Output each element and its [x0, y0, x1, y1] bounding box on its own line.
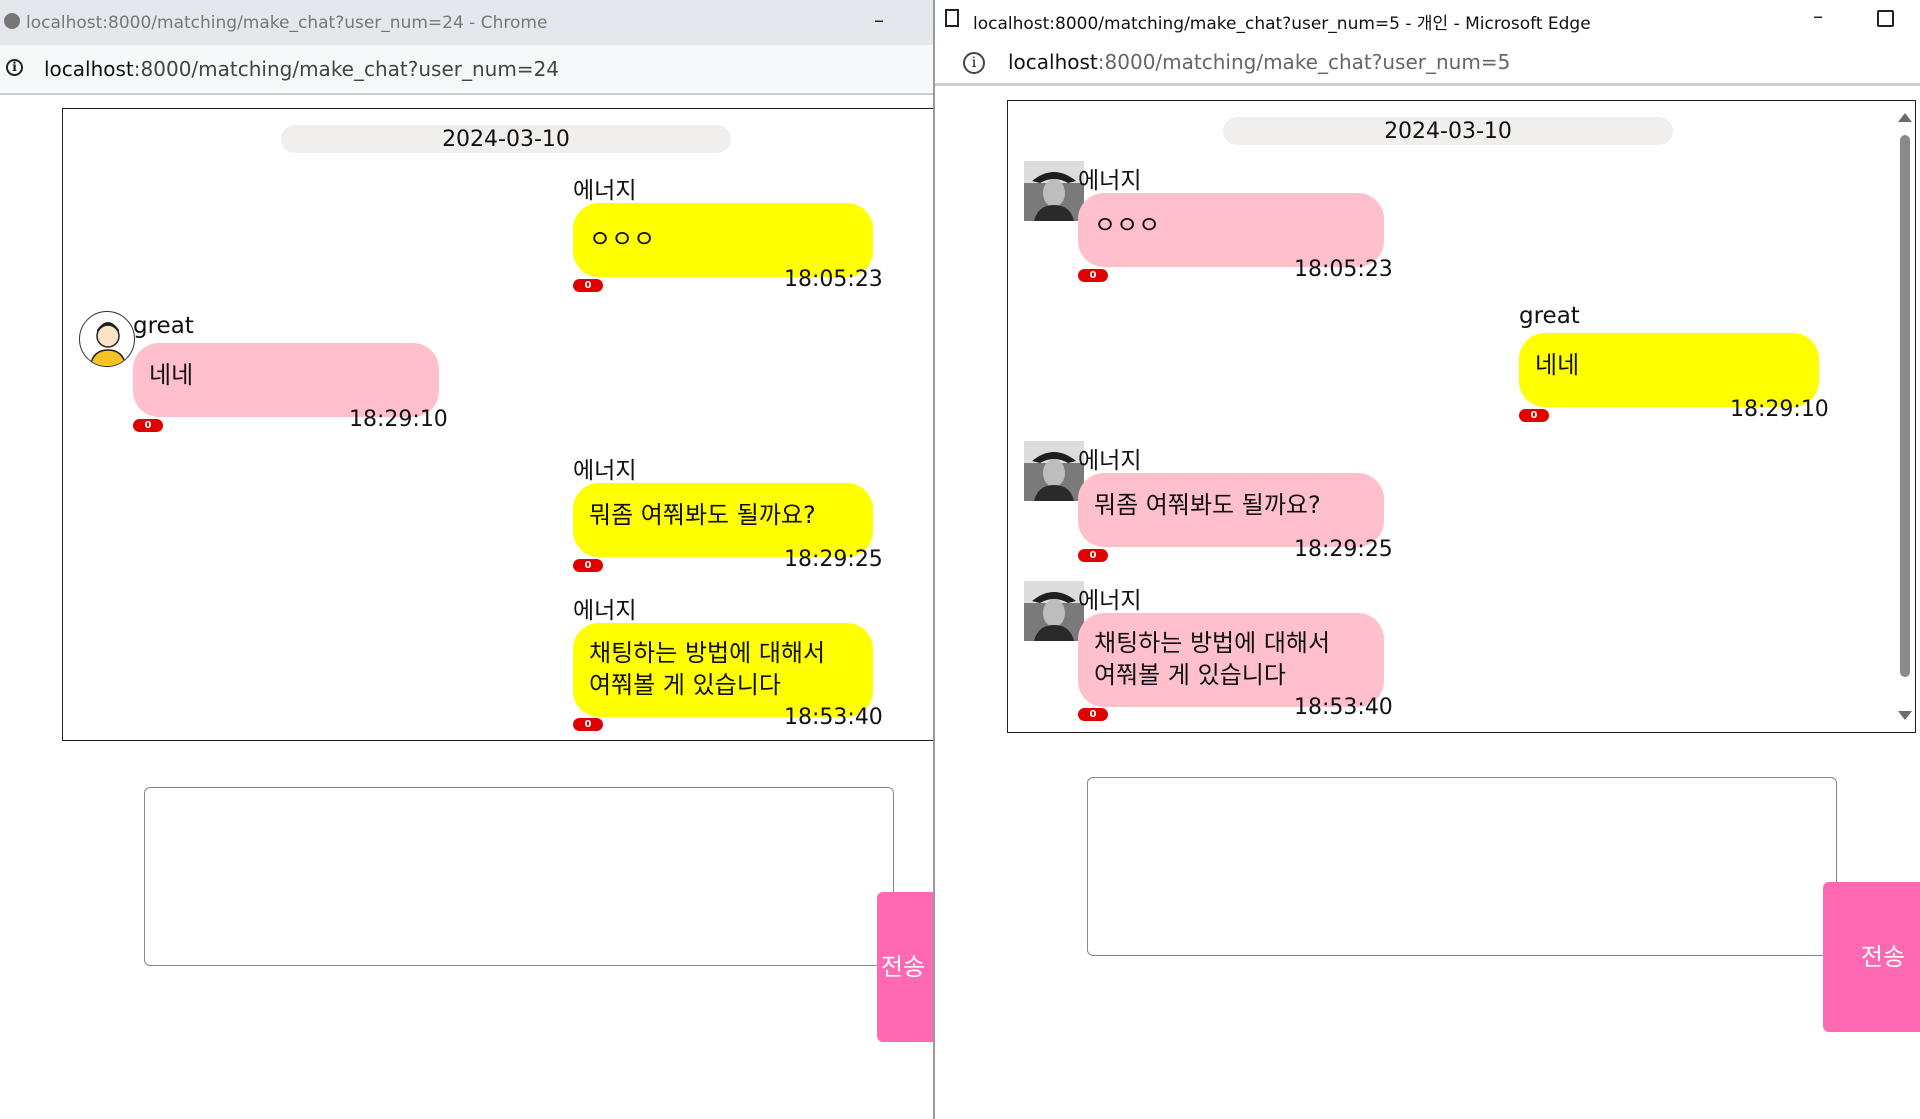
message-time: 18:53:40 [784, 705, 883, 730]
message-text: 여쭤볼 게 있습니다 [589, 671, 781, 699]
message-sender: great [133, 313, 194, 339]
message-time: 18:29:10 [349, 407, 448, 432]
unread-badge: 0 [1078, 549, 1108, 562]
window-title: localhost:8000/matching/make_chat?user_n… [973, 14, 1591, 34]
title-bar: localhost:8000/matching/make_chat?user_n… [0, 0, 933, 45]
message-text: 채팅하는 방법에 대해서 [589, 639, 826, 667]
unread-badge: 0 [1078, 708, 1108, 721]
message-bubble: 네네 [1519, 333, 1819, 407]
minimize-icon[interactable]: – [1803, 4, 1833, 28]
unread-badge: 0 [573, 279, 603, 292]
scroll-up-arrow-icon[interactable] [1898, 113, 1912, 122]
message-text: 채팅하는 방법에 대해서 [1094, 629, 1331, 657]
message-bubble: ㅇㅇㅇ [1078, 193, 1384, 267]
message-sender: 에너지 [1078, 168, 1142, 194]
message-time: 18:29:10 [1730, 397, 1829, 422]
send-button[interactable]: 전송 [877, 892, 933, 1042]
title-bar: localhost:8000/matching/make_chat?user_n… [935, 0, 1920, 40]
address-bar[interactable]: i localhost:8000/matching/make_chat?user… [935, 40, 1920, 86]
message-sender: 에너지 [1078, 448, 1142, 474]
message-text: 뭐좀 여쭤봐도 될까요? [589, 501, 816, 529]
message-input[interactable] [1087, 777, 1837, 956]
message-text: ㅇㅇㅇ [589, 225, 656, 253]
message-time: 18:53:40 [1294, 695, 1393, 720]
message-time: 18:05:23 [784, 267, 883, 292]
message-input[interactable] [144, 787, 894, 966]
profile-photo-icon[interactable] [1024, 441, 1084, 501]
profile-photo-icon[interactable] [1024, 161, 1084, 221]
unread-badge: 0 [1078, 269, 1108, 282]
message-bubble: 채팅하는 방법에 대해서 여쭤볼 게 있습니다 [1078, 613, 1384, 707]
message-text: 네네 [149, 361, 194, 389]
message-time: 18:29:25 [784, 547, 883, 572]
url-text[interactable]: localhost:8000/matching/make_chat?user_n… [44, 57, 559, 81]
message-bubble: 뭐좀 여쭤봐도 될까요? [573, 483, 873, 557]
unread-badge: 0 [573, 559, 603, 572]
message-text: 네네 [1535, 351, 1580, 379]
message-bubble: 채팅하는 방법에 대해서 여쭤볼 게 있습니다 [573, 623, 873, 717]
message-sender: 에너지 [573, 458, 637, 484]
address-bar[interactable]: i localhost:8000/matching/make_chat?user… [0, 45, 933, 95]
edge-window: localhost:8000/matching/make_chat?user_n… [933, 0, 1920, 1119]
date-divider: 2024-03-10 [1223, 117, 1673, 145]
message-sender: 에너지 [573, 178, 637, 204]
scroll-thumb[interactable] [1900, 135, 1910, 677]
date-divider: 2024-03-10 [281, 125, 731, 153]
message-sender: great [1519, 303, 1580, 329]
send-button[interactable]: 전송 [1823, 882, 1920, 1032]
message-text: 여쭤볼 게 있습니다 [1094, 661, 1286, 689]
message-time: 18:05:23 [1294, 257, 1393, 282]
message-sender: 에너지 [1078, 588, 1142, 614]
message-sender: 에너지 [573, 598, 637, 624]
chat-log[interactable]: 2024-03-10 에너지 ㅇㅇㅇ 0 18:05:23 great 네네 0… [62, 108, 933, 741]
scroll-down-arrow-icon[interactable] [1898, 711, 1912, 720]
window-title: localhost:8000/matching/make_chat?user_n… [26, 13, 548, 33]
chat-scrollbar[interactable] [1895, 101, 1915, 732]
message-bubble: ㅇㅇㅇ [573, 203, 873, 277]
chat-log[interactable]: 2024-03-10 에너지 ㅇㅇㅇ 0 18:05:23 great 네네 0… [1007, 100, 1916, 733]
message-text: ㅇㅇㅇ [1094, 211, 1161, 239]
chrome-window: localhost:8000/matching/make_chat?user_n… [0, 0, 933, 1119]
site-info-icon[interactable]: i [963, 52, 985, 74]
maximize-icon[interactable] [1870, 6, 1900, 27]
minimize-icon[interactable]: – [864, 8, 894, 32]
url-text[interactable]: localhost:8000/matching/make_chat?user_n… [1008, 50, 1510, 74]
user-avatar-icon[interactable] [79, 311, 135, 367]
unread-badge: 0 [573, 718, 603, 731]
profile-photo-icon[interactable] [1024, 581, 1084, 641]
unread-badge: 0 [1519, 409, 1549, 422]
message-time: 18:29:25 [1294, 537, 1393, 562]
chrome-globe-icon [4, 13, 20, 29]
site-info-icon[interactable]: i [6, 59, 23, 76]
message-bubble: 뭐좀 여쭤봐도 될까요? [1078, 473, 1384, 547]
page-icon [945, 9, 959, 27]
message-bubble: 네네 [133, 343, 439, 417]
message-text: 뭐좀 여쭤봐도 될까요? [1094, 491, 1321, 519]
unread-badge: 0 [133, 419, 163, 432]
